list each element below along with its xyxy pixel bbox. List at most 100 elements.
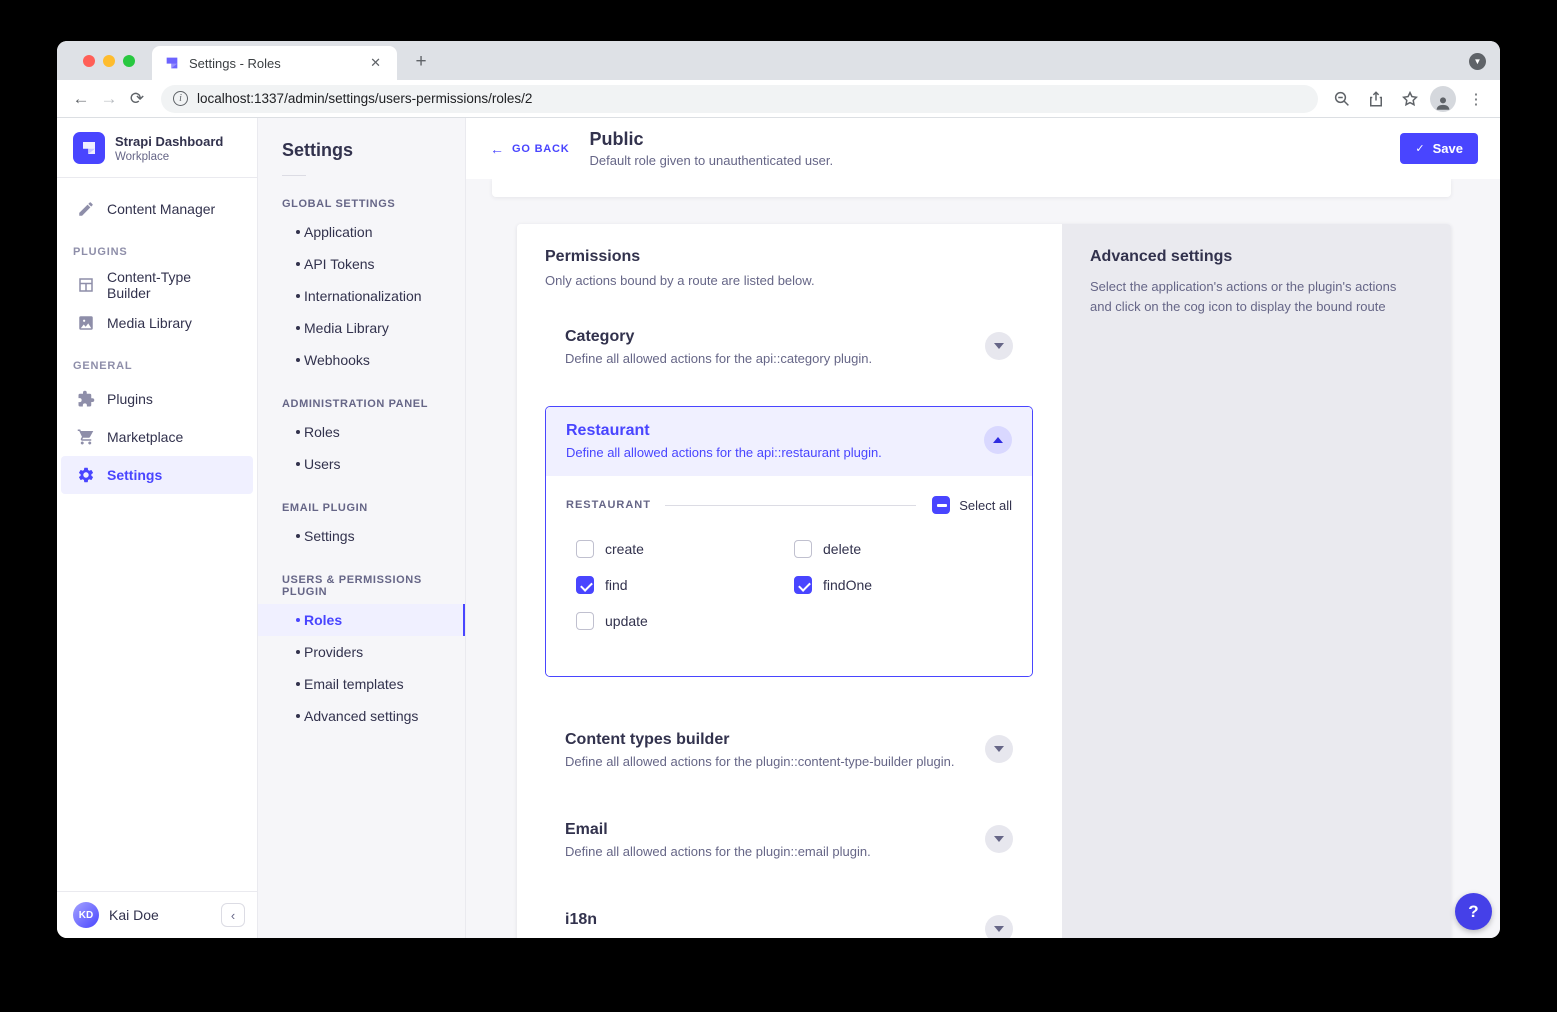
subnav-item-media-library[interactable]: Media Library (258, 312, 465, 344)
permissions-subtitle: Only actions bound by a route are listed… (545, 273, 1033, 288)
reload-button[interactable]: ⟳ (123, 85, 151, 113)
maximize-window-button[interactable] (123, 55, 135, 67)
sidebar-item-content-manager[interactable]: Content Manager (61, 190, 253, 228)
avatar[interactable]: KD (73, 902, 99, 928)
bookmark-star-icon[interactable] (1396, 85, 1424, 113)
permission-findOne[interactable]: findOne (794, 576, 1012, 594)
url-text: localhost:1337/admin/settings/users-perm… (197, 91, 532, 106)
help-button[interactable]: ? (1455, 893, 1492, 930)
subnav-item-api-tokens[interactable]: API Tokens (258, 248, 465, 280)
checkbox[interactable] (794, 540, 812, 558)
browser-tab[interactable]: Settings - Roles ✕ (152, 46, 397, 80)
chevron-down-icon (994, 926, 1004, 932)
accordion-i18n[interactable]: i18n (545, 899, 1033, 938)
collapse-button[interactable] (984, 426, 1012, 454)
workspace-subtitle: Workplace (115, 151, 223, 163)
expand-button[interactable] (985, 735, 1013, 763)
select-all-control[interactable]: Select all (932, 496, 1012, 514)
image-icon (77, 314, 95, 332)
expand-button[interactable] (985, 332, 1013, 360)
forward-button[interactable]: → (95, 85, 123, 113)
zoom-out-icon[interactable] (1328, 85, 1356, 113)
permissions-panel: Permissions Only actions bound by a rout… (517, 224, 1062, 938)
sidebar-item-marketplace[interactable]: Marketplace (61, 418, 253, 456)
subnav-item-webhooks[interactable]: Webhooks (258, 344, 465, 376)
subnav-item-providers[interactable]: Providers (258, 636, 465, 668)
bullet-icon (296, 462, 300, 466)
chevron-down-icon (994, 836, 1004, 842)
workspace-brand[interactable]: Strapi Dashboard Workplace (57, 118, 257, 177)
subnav-section-users-permissions-plugin: USERS & PERMISSIONS PLUGIN (258, 552, 465, 604)
tab-strip: Settings - Roles ✕ + ▼ (57, 41, 1500, 80)
role-details-card-bottom (492, 179, 1451, 197)
checkbox[interactable] (576, 612, 594, 630)
tab-search-button[interactable]: ▼ (1469, 53, 1486, 70)
bullet-icon (296, 430, 300, 434)
subnav-item-up-roles[interactable]: Roles (258, 604, 465, 636)
sidebar-item-media-library[interactable]: Media Library (61, 304, 253, 342)
go-back-link[interactable]: ← GO BACK (490, 141, 570, 157)
bullet-icon (296, 534, 300, 538)
browser-window: Settings - Roles ✕ + ▼ ← → ⟳ i localhost… (57, 41, 1500, 938)
group-divider (665, 505, 916, 506)
permissions-title: Permissions (545, 248, 1033, 266)
permission-checkbox-grid: create delete find (576, 540, 1012, 676)
accordion-email[interactable]: Email Define all allowed actions for the… (545, 809, 1033, 871)
restaurant-permissions-body: RESTAURANT Select all (546, 476, 1032, 676)
subnav-section-email-plugin: EMAIL PLUGIN (258, 480, 465, 520)
expand-button[interactable] (985, 915, 1013, 938)
bullet-icon (296, 650, 300, 654)
save-button[interactable]: ✓ Save (1400, 133, 1478, 164)
minimize-window-button[interactable] (103, 55, 115, 67)
strapi-favicon-icon (164, 55, 180, 71)
accordion-content-types-builder[interactable]: Content types builder Define all allowed… (545, 719, 1033, 781)
collapse-sidebar-button[interactable]: ‹ (221, 903, 245, 927)
subnav-item-advanced-settings[interactable]: Advanced settings (258, 700, 465, 732)
accordion-restaurant-header[interactable]: Restaurant Define all allowed actions fo… (546, 407, 1032, 476)
permission-delete[interactable]: delete (794, 540, 1012, 558)
tab-close-icon[interactable]: ✕ (366, 53, 385, 73)
bullet-icon (296, 294, 300, 298)
main-content: ← GO BACK Public Default role given to u… (466, 118, 1500, 938)
bullet-icon (296, 230, 300, 234)
sidebar-item-content-type-builder[interactable]: Content-Type Builder (61, 266, 253, 304)
browser-profile-avatar[interactable] (1430, 86, 1456, 112)
gear-icon (77, 466, 95, 484)
select-all-checkbox[interactable] (932, 496, 950, 514)
window-controls (83, 55, 135, 67)
chevron-up-icon (993, 437, 1003, 443)
bullet-icon (296, 714, 300, 718)
subnav-item-internationalization[interactable]: Internationalization (258, 280, 465, 312)
check-icon: ✓ (1415, 142, 1424, 155)
expand-button[interactable] (985, 825, 1013, 853)
sidebar-item-plugins[interactable]: Plugins (61, 380, 253, 418)
puzzle-icon (77, 390, 95, 408)
browser-menu-icon[interactable]: ⋮ (1462, 85, 1490, 113)
accordion-category[interactable]: Category Define all allowed actions for … (545, 316, 1033, 378)
checkbox[interactable] (576, 540, 594, 558)
page-header: ← GO BACK Public Default role given to u… (466, 118, 1500, 179)
subnav-item-application[interactable]: Application (258, 216, 465, 248)
scroll-content[interactable]: Permissions Only actions bound by a rout… (466, 179, 1500, 938)
settings-subnav: Settings GLOBAL SETTINGS Application API… (258, 118, 466, 938)
checkbox[interactable] (576, 576, 594, 594)
permission-update[interactable]: update (576, 612, 794, 630)
new-tab-button[interactable]: + (409, 50, 433, 74)
sidebar-item-settings[interactable]: Settings (61, 456, 253, 494)
pen-icon (77, 200, 95, 218)
subnav-item-email-settings[interactable]: Settings (258, 520, 465, 552)
bullet-icon (296, 326, 300, 330)
subnav-item-admin-roles[interactable]: Roles (258, 416, 465, 448)
cart-icon (77, 428, 95, 446)
address-bar[interactable]: i localhost:1337/admin/settings/users-pe… (161, 85, 1318, 113)
back-button[interactable]: ← (67, 85, 95, 113)
permission-create[interactable]: create (576, 540, 794, 558)
chevron-down-icon (994, 746, 1004, 752)
site-info-icon[interactable]: i (173, 91, 188, 106)
subnav-item-email-templates[interactable]: Email templates (258, 668, 465, 700)
subnav-item-admin-users[interactable]: Users (258, 448, 465, 480)
close-window-button[interactable] (83, 55, 95, 67)
checkbox[interactable] (794, 576, 812, 594)
share-icon[interactable] (1362, 85, 1390, 113)
permission-find[interactable]: find (576, 576, 794, 594)
